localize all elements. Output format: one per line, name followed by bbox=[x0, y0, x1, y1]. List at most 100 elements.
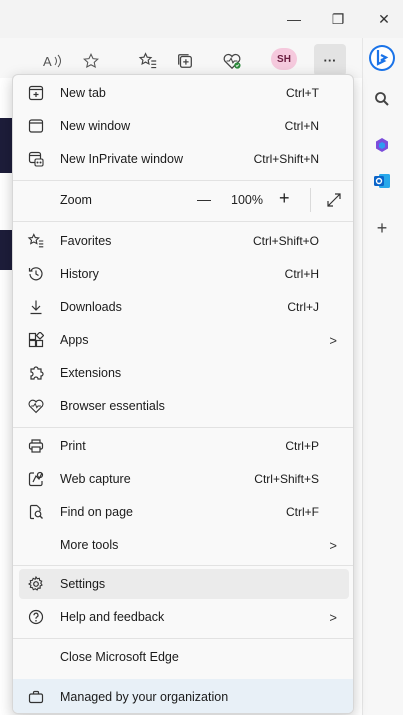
menu-separator bbox=[13, 565, 353, 566]
web-capture-icon bbox=[25, 468, 47, 490]
menu-item-label: Find on page bbox=[60, 505, 133, 519]
browser-essentials-icon bbox=[25, 395, 47, 417]
menu-item-apps[interactable]: Apps > bbox=[19, 325, 349, 355]
menu-item-new-inprivate-window[interactable]: New InPrivate window Ctrl+Shift+N bbox=[19, 144, 349, 174]
menu-item-shortcut: Ctrl+Shift+S bbox=[254, 472, 319, 486]
close-icon: ✕ bbox=[378, 10, 390, 27]
menu-item-shortcut: Ctrl+P bbox=[285, 439, 319, 453]
menu-separator bbox=[13, 427, 353, 428]
menu-item-label: Favorites bbox=[60, 234, 112, 248]
menu-item-label: Browser essentials bbox=[60, 399, 165, 413]
read-aloud-icon[interactable]: A bbox=[42, 50, 64, 72]
menu-item-downloads[interactable]: Downloads Ctrl+J bbox=[19, 292, 349, 322]
zoom-spacer bbox=[25, 189, 47, 211]
fullscreen-icon[interactable] bbox=[326, 192, 342, 211]
menu-item-label: New tab bbox=[60, 86, 106, 100]
add-glyph: + bbox=[376, 217, 388, 238]
menu-item-shortcut: Ctrl+N bbox=[284, 119, 319, 133]
menu-item-shortcut: Ctrl+Shift+O bbox=[252, 234, 319, 248]
chevron-right-icon: > bbox=[329, 537, 337, 553]
menu-item-shortcut: Ctrl+F bbox=[286, 505, 319, 519]
menu-item-label: Extensions bbox=[60, 366, 122, 380]
search-icon[interactable] bbox=[368, 85, 396, 113]
menu-item-find-on-page[interactable]: Find on page Ctrl+F bbox=[19, 497, 349, 527]
svg-text:A: A bbox=[43, 54, 52, 69]
menu-separator bbox=[13, 180, 353, 181]
menu-item-favorites[interactable]: Favorites Ctrl+Shift+O bbox=[19, 226, 349, 256]
zoom-level: 100% bbox=[231, 193, 263, 207]
briefcase-icon bbox=[25, 686, 47, 708]
menu-item-shortcut: Ctrl+J bbox=[287, 300, 319, 314]
menu-item-label: Downloads bbox=[60, 300, 122, 314]
menu-item-label: Close Microsoft Edge bbox=[60, 650, 179, 664]
minimize-button[interactable]: — bbox=[274, 0, 314, 38]
menu-item-new-window[interactable]: New window Ctrl+N bbox=[19, 111, 349, 141]
managed-by-organization[interactable]: Managed by your organization bbox=[13, 679, 353, 713]
menu-item-label: Zoom bbox=[60, 193, 92, 207]
menu-item-help-and-feedback[interactable]: Help and feedback > bbox=[19, 602, 349, 632]
bing-icon[interactable] bbox=[368, 44, 396, 72]
chevron-right-icon: > bbox=[329, 609, 337, 625]
print-icon bbox=[25, 435, 47, 457]
menu-item-more-tools[interactable]: More tools > bbox=[19, 530, 349, 560]
menu-item-browser-essentials[interactable]: Browser essentials bbox=[19, 391, 349, 421]
menu-separator bbox=[13, 221, 353, 222]
menu-item-label: New window bbox=[60, 119, 131, 133]
menu-item-close-microsoft-edge[interactable]: Close Microsoft Edge bbox=[19, 642, 349, 672]
favorites-icon[interactable] bbox=[137, 50, 159, 72]
inprivate-icon bbox=[25, 148, 47, 170]
menu-item-history[interactable]: History Ctrl+H bbox=[19, 259, 349, 289]
settings-and-more-button[interactable]: ··· bbox=[314, 44, 346, 76]
menu-item-new-tab[interactable]: New tab Ctrl+T bbox=[19, 78, 349, 108]
menu-item-shortcut: Ctrl+Shift+N bbox=[253, 152, 319, 166]
new-window-icon bbox=[25, 115, 47, 137]
menu-item-label: Settings bbox=[60, 577, 106, 591]
zoom-out-button[interactable]: — bbox=[197, 191, 211, 207]
menu-item-label: Print bbox=[60, 439, 86, 453]
menu-item-shortcut: Ctrl+H bbox=[284, 267, 319, 281]
managed-label: Managed by your organization bbox=[60, 690, 229, 704]
copilot-icon[interactable] bbox=[368, 131, 396, 159]
minimize-icon: — bbox=[287, 11, 301, 27]
download-icon bbox=[25, 296, 47, 318]
settings-and-more-menu: New tab Ctrl+T New window Ctrl+N New InP… bbox=[12, 74, 354, 714]
find-icon bbox=[25, 501, 47, 523]
apps-icon bbox=[25, 329, 47, 351]
collections-icon[interactable] bbox=[174, 50, 196, 72]
restore-icon: ❐ bbox=[331, 10, 345, 27]
menu-item-shortcut: Ctrl+T bbox=[286, 86, 319, 100]
menu-item-label: Help and feedback bbox=[60, 610, 165, 624]
title-bar: — ❐ ✕ bbox=[0, 0, 403, 38]
settings-gear-icon bbox=[25, 573, 47, 595]
favorites-icon bbox=[25, 230, 47, 252]
zoom-in-button[interactable]: + bbox=[279, 188, 290, 209]
zoom-divider bbox=[310, 188, 311, 212]
profile-initials: SH bbox=[277, 53, 291, 65]
menu-item-label: Apps bbox=[60, 333, 89, 347]
menu-item-print[interactable]: Print Ctrl+P bbox=[19, 431, 349, 461]
close-edge-spacer bbox=[25, 646, 47, 668]
close-window-button[interactable]: ✕ bbox=[364, 0, 403, 38]
menu-item-zoom: Zoom bbox=[19, 185, 349, 215]
new-tab-icon bbox=[25, 82, 47, 104]
restore-button[interactable]: ❐ bbox=[318, 0, 358, 38]
outlook-icon[interactable] bbox=[368, 167, 396, 195]
profile-avatar[interactable]: SH bbox=[271, 48, 297, 70]
more-icon: ··· bbox=[323, 52, 337, 68]
menu-separator bbox=[13, 638, 353, 639]
chevron-right-icon: > bbox=[329, 332, 337, 348]
add-icon[interactable]: + bbox=[368, 214, 396, 242]
menu-item-label: More tools bbox=[60, 538, 119, 552]
menu-item-web-capture[interactable]: Web capture Ctrl+Shift+S bbox=[19, 464, 349, 494]
menu-item-settings[interactable]: Settings bbox=[19, 569, 349, 599]
history-icon bbox=[25, 263, 47, 285]
menu-item-extensions[interactable]: Extensions bbox=[19, 358, 349, 388]
menu-item-label: History bbox=[60, 267, 99, 281]
extensions-icon bbox=[25, 362, 47, 384]
menu-item-label: New InPrivate window bbox=[60, 152, 183, 166]
star-icon[interactable] bbox=[80, 50, 102, 72]
browser-essentials-icon[interactable] bbox=[221, 50, 243, 72]
more-tools-spacer bbox=[25, 534, 47, 556]
help-icon bbox=[25, 606, 47, 628]
menu-item-label: Web capture bbox=[60, 472, 131, 486]
